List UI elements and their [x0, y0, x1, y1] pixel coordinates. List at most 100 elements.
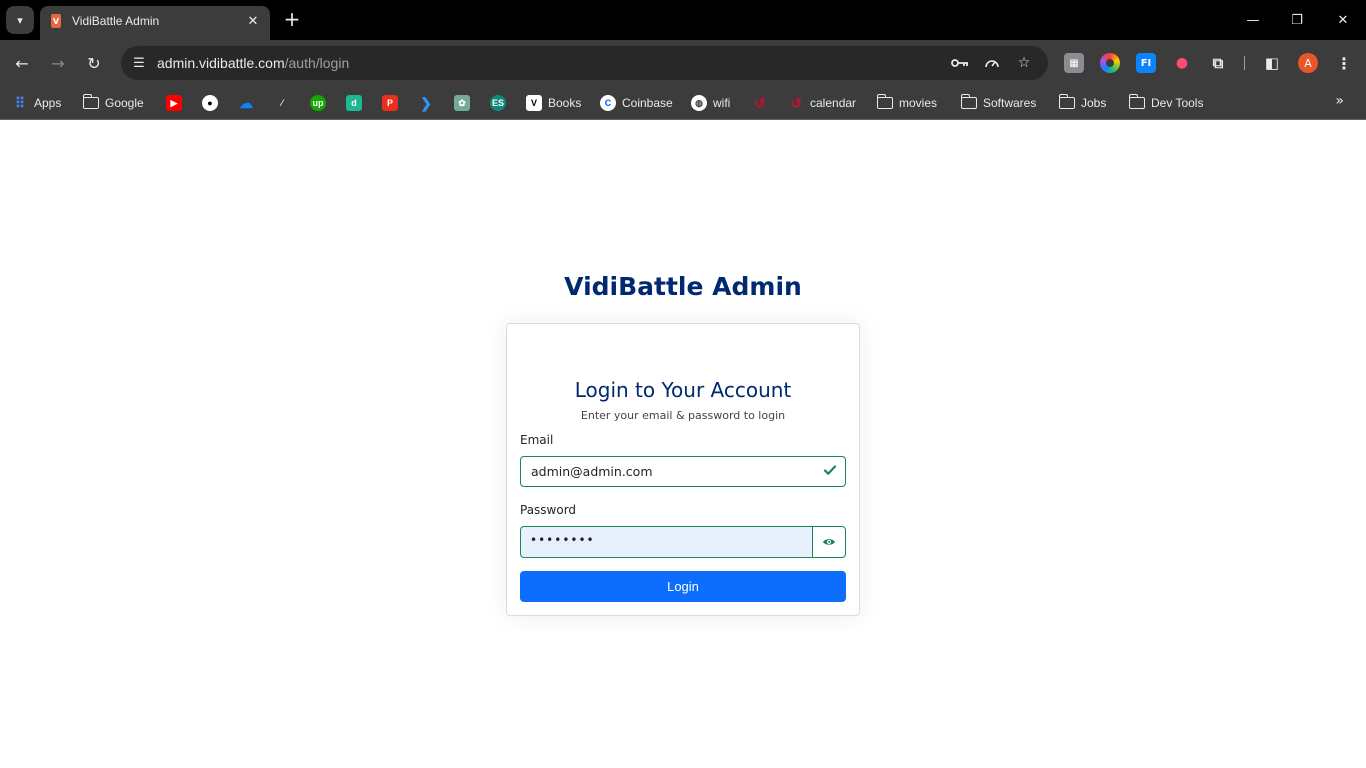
close-tab-button[interactable]: ✕ [244, 12, 262, 30]
url-text[interactable]: admin.vidibattle.com/auth/login [157, 55, 349, 71]
bookmark-books[interactable]: V Books [526, 93, 581, 113]
bookmark-youtube[interactable]: ▶ [166, 93, 182, 113]
more-bookmarks-button[interactable]: » [1335, 93, 1344, 109]
bookmark-label: Apps [34, 96, 62, 110]
login-button[interactable]: Login [520, 571, 846, 602]
folder-icon [82, 94, 99, 109]
color-wheel-icon [1106, 59, 1114, 67]
bookmark-star-button[interactable]: ☆ [1014, 53, 1034, 73]
bookmark-softwares[interactable]: Softwares [960, 93, 1036, 113]
restore-button[interactable]: ❐ [1287, 10, 1307, 30]
reload-button[interactable]: ↻ [82, 51, 106, 75]
folder-icon [960, 94, 977, 109]
email-field[interactable]: admin@admin.com [520, 456, 846, 487]
card-title: Login to Your Account [574, 378, 792, 402]
vscode-icon: ❯ [420, 94, 432, 111]
bookmark-label: Jobs [1081, 96, 1107, 110]
tune-icon: ☰ [133, 55, 145, 71]
browser-titlebar: ▾ V VidiBattle Admin ✕ + — ❐ ✕ [0, 0, 1366, 40]
apps-grid-icon: ⠿ [14, 94, 26, 111]
bookmark-github[interactable]: ● [202, 93, 218, 113]
vidibattle-favicon-icon: V [51, 14, 61, 28]
feather-icon: ⁄ [281, 98, 283, 108]
folder-icon [876, 94, 893, 109]
bookmark-wifi[interactable]: ◍ wifi [691, 93, 730, 113]
bookmark-onedrive[interactable]: ☁ [238, 93, 254, 113]
chevron-double-right-icon: » [1335, 93, 1344, 109]
bookmark-label: Dev Tools [1151, 96, 1204, 110]
upwork-icon: up [310, 95, 326, 111]
bookmark-apps[interactable]: ⠿ Apps [12, 93, 62, 113]
url-host: admin.vidibattle.com [157, 55, 285, 71]
minimize-button[interactable]: — [1243, 10, 1263, 30]
tab-title: VidiBattle Admin [72, 14, 160, 28]
forward-button[interactable]: → [46, 51, 70, 75]
bookmark-upwork[interactable]: up [310, 93, 326, 113]
bookmark-dev-tools[interactable]: Dev Tools [1128, 93, 1204, 113]
youtube-icon: ▶ [166, 95, 182, 111]
bookmark-d[interactable]: d [346, 93, 362, 113]
address-bar[interactable]: ☰ admin.vidibattle.com/auth/login ☆ [121, 46, 1048, 80]
password-field[interactable]: •••••••• [520, 526, 813, 558]
close-window-button[interactable]: ✕ [1333, 10, 1353, 30]
speedometer-icon [985, 60, 999, 68]
bookmark-feather[interactable]: ⁄ [274, 93, 290, 113]
profile-avatar[interactable]: A [1298, 53, 1318, 73]
brand-title[interactable]: VidiBattle Admin [0, 272, 1366, 301]
bookmark-label: movies [899, 96, 938, 110]
fi-extension-button[interactable]: FI [1136, 53, 1156, 73]
new-tab-button[interactable]: + [281, 9, 303, 31]
chevron-down-icon: ▾ [17, 13, 23, 27]
bookmark-label: calendar [810, 96, 857, 110]
bookmark-chatgpt[interactable]: ✿ [454, 93, 470, 113]
bookmark-google[interactable]: Google [82, 93, 144, 113]
side-panel-icon: ◧ [1264, 54, 1280, 72]
toggle-password-button[interactable] [812, 526, 846, 558]
bird-icon: ● [1175, 55, 1189, 71]
red-swirl-icon: ↺ [790, 94, 802, 111]
color-picker-extension-button[interactable] [1100, 53, 1120, 73]
bookmark-calendar[interactable]: ↺ calendar [788, 93, 856, 113]
key-icon [951, 59, 968, 67]
globe-icon: ◍ [691, 95, 707, 111]
extension-4-button[interactable]: ● [1172, 53, 1192, 73]
browser-menu-button[interactable]: ⋮ [1334, 53, 1354, 73]
browser-tab[interactable]: V VidiBattle Admin ✕ [40, 6, 270, 40]
checkmark-icon [823, 465, 837, 475]
side-panel-button[interactable]: ◧ [1262, 53, 1282, 73]
bookmarks-bar: ⠿ Apps Google ▶ ● ☁ ⁄ up d P ❯ ✿ ES V Bo… [0, 86, 1366, 120]
bookmark-jobs[interactable]: Jobs [1058, 93, 1107, 113]
es-icon: ES [490, 95, 506, 111]
bookmark-p[interactable]: P [382, 93, 398, 113]
extensions-menu-button[interactable]: ⧉ [1208, 53, 1228, 73]
github-icon: ● [202, 95, 218, 111]
password-value: •••••••• [530, 533, 595, 547]
tab-search-button[interactable]: ▾ [6, 6, 34, 34]
folder-icon [1058, 94, 1075, 109]
extension-1-button[interactable]: ▦ [1064, 53, 1084, 73]
bookmark-vscode[interactable]: ❯ [418, 93, 434, 113]
minimize-icon: — [1246, 12, 1260, 28]
puzzle-doc-icon: ▦ [1069, 57, 1079, 69]
bookmark-movies[interactable]: movies [876, 93, 938, 113]
star-icon: ☆ [1017, 55, 1031, 71]
puzzle-icon: ⧉ [1212, 54, 1224, 72]
site-info-button[interactable]: ☰ [129, 53, 149, 73]
performance-button[interactable] [982, 53, 1002, 73]
browser-toolbar: ← → ↻ ☰ admin.vidibattle.com/auth/login … [0, 40, 1366, 86]
more-vertical-icon: ⋮ [1336, 53, 1352, 73]
login-card: Login to Your Account Enter your email &… [506, 323, 860, 616]
v-icon: V [526, 95, 542, 111]
back-button[interactable]: ← [10, 51, 34, 75]
bookmark-red-swirl[interactable]: ↺ [752, 93, 768, 113]
eye-icon [823, 539, 835, 545]
bookmark-coinbase[interactable]: C Coinbase [600, 93, 673, 113]
bookmark-es[interactable]: ES [490, 93, 506, 113]
folder-icon [1128, 94, 1145, 109]
red-swirl-icon: ↺ [754, 94, 766, 111]
arrow-left-icon: ← [15, 53, 29, 73]
p-icon: P [382, 95, 398, 111]
d-icon: d [346, 95, 362, 111]
password-input-group: •••••••• [520, 526, 846, 558]
password-key-button[interactable] [950, 53, 970, 73]
